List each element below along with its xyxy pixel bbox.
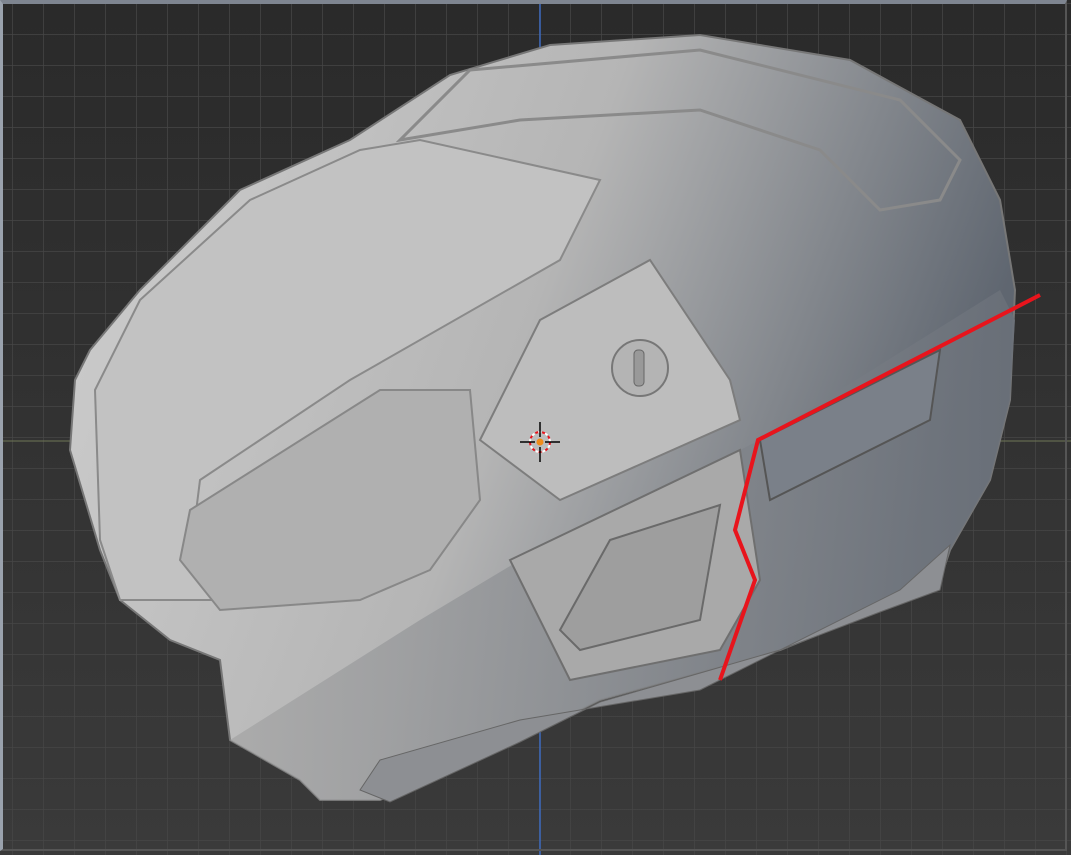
3d-viewport[interactable] — [0, 0, 1071, 855]
viewport-canvas[interactable] — [0, 0, 1071, 855]
